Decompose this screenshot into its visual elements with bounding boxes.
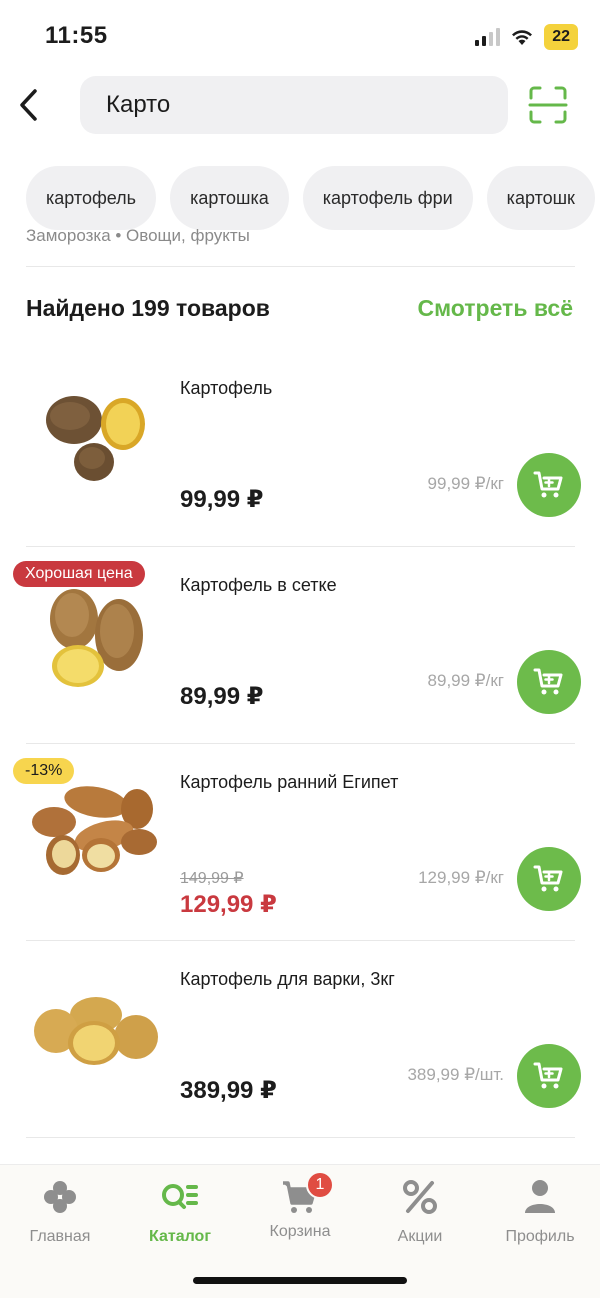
nav-item-home[interactable]: Главная: [0, 1177, 120, 1246]
battery-indicator: 22: [544, 24, 578, 50]
product-price: 99,99 ₽: [180, 486, 264, 513]
search-input[interactable]: [106, 76, 486, 134]
nav-label: Каталог: [149, 1228, 211, 1245]
back-button[interactable]: [8, 82, 48, 128]
nav-label: Акции: [397, 1228, 443, 1245]
status-icons: 22: [475, 24, 578, 50]
product-image-boiling-potato: [34, 997, 158, 1065]
divider: [26, 1137, 575, 1138]
barcode-scan-icon: [528, 86, 568, 124]
search-box[interactable]: [80, 76, 508, 134]
product-name: Картофель для варки, 3кг: [180, 969, 395, 989]
product-sale-price: 129,99 ₽: [180, 891, 277, 918]
product-unit-price: 129,99 ₽/кг: [418, 868, 504, 887]
product-unit-price: 389,99 ₽/шт.: [407, 1065, 504, 1084]
product-name: Картофель ранний Египет: [180, 772, 399, 792]
cart-plus-icon: [533, 1062, 563, 1089]
nav-label: Корзина: [269, 1223, 331, 1240]
nav-label: Главная: [29, 1228, 91, 1245]
wifi-icon: [512, 30, 533, 45]
cart-plus-icon: [533, 865, 563, 892]
product-price: 389,99 ₽: [180, 1077, 277, 1104]
nav-item-catalog[interactable]: Каталог: [120, 1177, 240, 1246]
category-hint: Заморозка • Овощи, фрукты: [26, 226, 250, 245]
status-time: 11:55: [45, 22, 108, 49]
product-row[interactable]: Хорошая цена Картофель в сетке 89,99 ₽ 8…: [0, 547, 600, 744]
cart-icon-wrap: 1: [280, 1171, 334, 1217]
user-icon: [525, 1180, 555, 1213]
nav-label: Профиль: [505, 1228, 575, 1245]
status-bar: 11:55 22: [0, 0, 600, 72]
add-to-cart-button[interactable]: [517, 650, 581, 714]
nav-item-profile[interactable]: Профиль: [480, 1177, 600, 1246]
catalog-search-icon: [162, 1184, 198, 1209]
nav-item-promotions[interactable]: Акции: [360, 1177, 480, 1246]
suggestion-chip[interactable]: картофель: [26, 166, 157, 230]
product-name: Картофель: [180, 378, 273, 398]
chevron-left-icon: [20, 89, 37, 121]
product-name: Картофель в сетке: [180, 575, 337, 595]
discount-badge: -13%: [13, 758, 75, 784]
product-unit-price: 99,99 ₽/кг: [427, 474, 504, 493]
cart-plus-icon: [533, 668, 563, 695]
product-image-potato: [46, 396, 145, 481]
results-count-title: Найдено 199 товаров: [26, 295, 270, 321]
clover-icon: [44, 1181, 76, 1213]
product-unit-price: 89,99 ₽/кг: [427, 671, 504, 690]
suggestion-chip[interactable]: картошка: [170, 166, 289, 230]
cart-count-badge: 1: [306, 1171, 334, 1199]
good-price-badge: Хорошая цена: [13, 561, 145, 587]
product-old-price: 149,99 ₽: [180, 870, 244, 887]
product-row[interactable]: Картофель 99,99 ₽ 99,99 ₽/кг: [0, 350, 600, 547]
cart-plus-icon: [533, 471, 563, 498]
product-row[interactable]: Картофель для варки, 3кг 389,99 ₽ 389,99…: [0, 941, 600, 1138]
suggestion-chip[interactable]: картофель фри: [302, 166, 473, 230]
product-price: 89,99 ₽: [180, 683, 264, 710]
nav-item-cart[interactable]: 1 Корзина: [240, 1171, 360, 1241]
scan-button[interactable]: [528, 86, 568, 124]
suggestion-chips: картофель картошка картофель фри картошк: [26, 166, 595, 230]
add-to-cart-button[interactable]: [517, 1044, 581, 1108]
product-row[interactable]: -13% Картофель ранний Египет 149,99 ₽ 12…: [0, 744, 600, 941]
home-indicator: [193, 1277, 407, 1284]
divider: [26, 266, 575, 267]
search-header: [0, 76, 600, 134]
see-all-link[interactable]: Смотреть всё: [417, 295, 573, 322]
add-to-cart-button[interactable]: [517, 847, 581, 911]
percent-icon: [403, 1180, 437, 1214]
suggestion-chip[interactable]: картошк: [486, 166, 595, 230]
add-to-cart-button[interactable]: [517, 453, 581, 517]
signal-icon: [475, 28, 501, 46]
